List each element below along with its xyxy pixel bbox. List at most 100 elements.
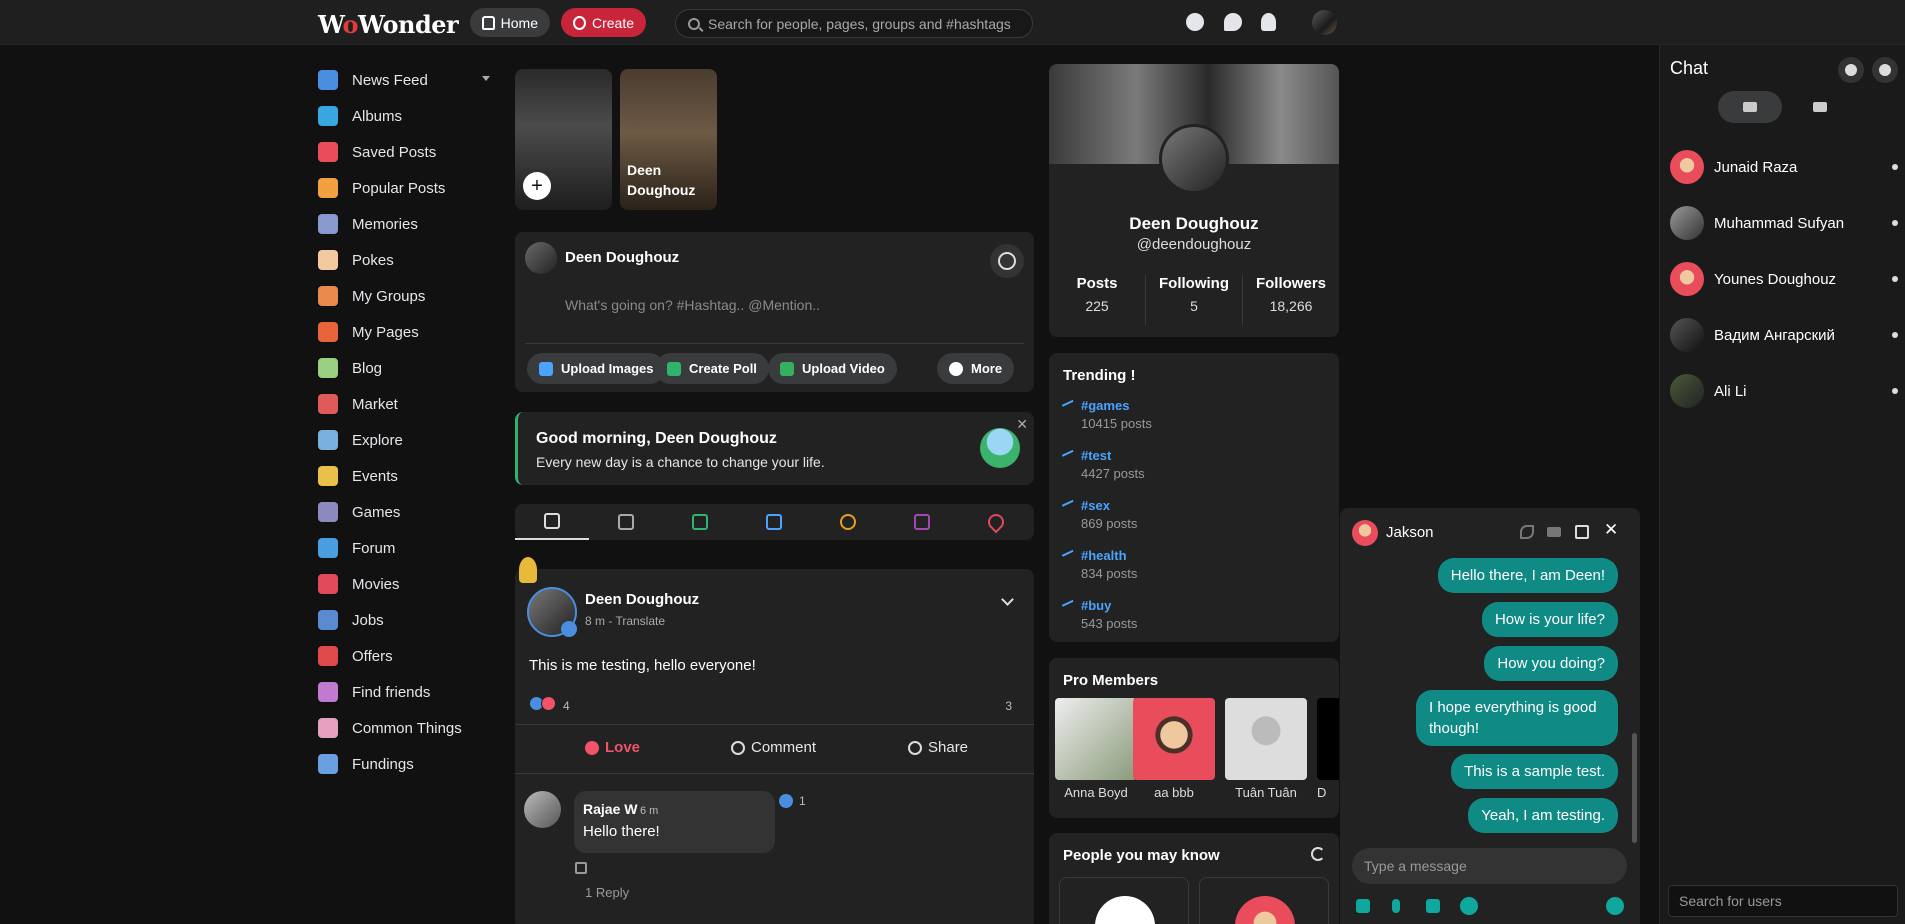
messages-icon[interactable] xyxy=(1224,13,1242,31)
trending-item[interactable]: #health 834 posts xyxy=(1061,548,1137,581)
reaction-count[interactable]: 4 xyxy=(563,699,570,713)
explore-globe-icon[interactable] xyxy=(1186,13,1204,31)
tab-chat-groups[interactable] xyxy=(1788,91,1852,123)
chat-user-item[interactable]: Вадим Ангарский xyxy=(1670,315,1900,355)
tab-photos[interactable] xyxy=(663,504,737,540)
sidebar-item-games[interactable]: Games xyxy=(318,494,498,530)
tab-music[interactable] xyxy=(811,504,885,540)
create-button[interactable]: Create xyxy=(561,8,646,37)
reaction-icons[interactable] xyxy=(529,696,556,711)
sidebar-item-jobs[interactable]: Jobs xyxy=(318,602,498,638)
trending-item[interactable]: #games 10415 posts xyxy=(1061,398,1152,431)
chat-scrollbar[interactable] xyxy=(1632,733,1637,843)
pro-member-avatar[interactable] xyxy=(1317,698,1339,780)
emoji-icon[interactable] xyxy=(1606,897,1624,915)
tab-places[interactable] xyxy=(959,504,1033,540)
create-poll-button[interactable]: Create Poll xyxy=(655,353,769,384)
chevron-down-icon[interactable] xyxy=(482,76,490,81)
post-meta[interactable]: 8 m - Translate xyxy=(585,614,665,628)
video-call-icon[interactable] xyxy=(1547,527,1561,537)
pro-member-name[interactable]: aa bbb xyxy=(1133,785,1215,800)
reply-link[interactable]: 1 Reply xyxy=(585,885,629,900)
share-button[interactable]: Share xyxy=(908,739,968,756)
tab-all-posts[interactable] xyxy=(515,504,589,540)
tab-files[interactable] xyxy=(885,504,959,540)
chat-user-item[interactable]: Younes Doughouz xyxy=(1670,259,1900,299)
pro-member-avatar[interactable] xyxy=(1225,698,1307,780)
sidebar-item-events[interactable]: Events xyxy=(318,458,498,494)
chat-user-item[interactable]: Muhammad Sufyan xyxy=(1670,203,1900,243)
suggested-user-card[interactable] xyxy=(1199,877,1329,924)
pro-member-name[interactable]: D xyxy=(1317,785,1339,800)
stat-posts[interactable]: Posts 225 xyxy=(1049,275,1146,325)
tab-videos[interactable] xyxy=(737,504,811,540)
home-button[interactable]: Home xyxy=(470,8,550,37)
close-icon[interactable]: ✕ xyxy=(1016,416,1028,433)
sidebar-item-popular-posts[interactable]: Popular Posts xyxy=(318,170,498,206)
sidebar-item-news-feed[interactable]: News Feed xyxy=(318,62,498,98)
comment-like-count[interactable]: 1 xyxy=(779,794,806,808)
sidebar-item-memories[interactable]: Memories xyxy=(318,206,498,242)
thumbs-up-icon[interactable] xyxy=(575,862,587,874)
emoji-button[interactable] xyxy=(990,244,1024,278)
sidebar-item-movies[interactable]: Movies xyxy=(318,566,498,602)
avatar[interactable] xyxy=(1159,124,1229,194)
user-avatar-menu[interactable] xyxy=(1312,10,1337,35)
comment-author[interactable]: Rajae W xyxy=(583,801,637,817)
sidebar-item-my-pages[interactable]: My Pages xyxy=(318,314,498,350)
sidebar-item-fundings[interactable]: Fundings xyxy=(318,746,498,782)
gif-icon[interactable] xyxy=(1426,899,1440,913)
pro-member-avatar[interactable] xyxy=(1055,698,1137,780)
pro-member-name[interactable]: Tuân Tuân xyxy=(1225,785,1307,800)
chat-window-name[interactable]: Jakson xyxy=(1386,524,1434,541)
chat-settings-gear-icon[interactable] xyxy=(1872,57,1898,83)
story-card[interactable]: Deen Doughouz xyxy=(620,69,717,210)
sidebar-item-find-friends[interactable]: Find friends xyxy=(318,674,498,710)
sidebar-item-offers[interactable]: Offers xyxy=(318,638,498,674)
pro-member-avatar[interactable] xyxy=(1133,698,1215,780)
microphone-icon[interactable] xyxy=(1392,899,1400,913)
upload-images-button[interactable]: Upload Images xyxy=(527,353,666,384)
post-author[interactable]: Deen Doughouz xyxy=(585,591,699,608)
sticker-icon[interactable] xyxy=(1460,897,1478,915)
love-button[interactable]: Love xyxy=(585,739,640,756)
create-story-card[interactable]: + xyxy=(515,69,612,210)
trending-item[interactable]: #sex 869 posts xyxy=(1061,498,1137,531)
trending-item[interactable]: #test 4427 posts xyxy=(1061,448,1145,481)
avatar[interactable] xyxy=(1352,520,1378,546)
stat-followers[interactable]: Followers 18,266 xyxy=(1243,275,1339,325)
chat-user-item[interactable]: Ali Li xyxy=(1670,371,1900,411)
comment-count[interactable]: 3 xyxy=(1005,699,1012,713)
sidebar-item-forum[interactable]: Forum xyxy=(318,530,498,566)
search-input[interactable]: Search for people, pages, groups and #ha… xyxy=(675,9,1033,38)
add-story-icon[interactable]: + xyxy=(523,172,551,200)
notifications-bell-icon[interactable] xyxy=(1261,13,1276,31)
avatar[interactable] xyxy=(524,791,561,828)
tab-text[interactable] xyxy=(589,504,663,540)
post-options-chevron-icon[interactable] xyxy=(1001,593,1014,606)
phone-icon[interactable] xyxy=(1520,525,1534,539)
sidebar-item-market[interactable]: Market xyxy=(318,386,498,422)
sidebar-item-pokes[interactable]: Pokes xyxy=(318,242,498,278)
create-group-icon[interactable] xyxy=(1838,57,1864,83)
tab-chat-users[interactable] xyxy=(1718,91,1782,123)
sidebar-item-explore[interactable]: Explore xyxy=(318,422,498,458)
message-input[interactable]: Type a message xyxy=(1352,848,1627,884)
suggested-user-card[interactable] xyxy=(1059,877,1189,924)
chat-search-input[interactable]: Search for users xyxy=(1668,885,1898,917)
avatar[interactable] xyxy=(1095,896,1155,924)
sidebar-item-blog[interactable]: Blog xyxy=(318,350,498,386)
close-icon[interactable]: ✕ xyxy=(1604,520,1618,540)
sidebar-item-albums[interactable]: Albums xyxy=(318,98,498,134)
avatar[interactable] xyxy=(1235,896,1295,924)
profile-name[interactable]: Deen Doughouz xyxy=(1049,214,1339,234)
logo[interactable]: WoWonder xyxy=(318,10,459,39)
comment-button[interactable]: Comment xyxy=(731,739,816,756)
trending-item[interactable]: #buy 543 posts xyxy=(1061,598,1137,631)
popout-icon[interactable] xyxy=(1575,525,1589,539)
sidebar-item-saved-posts[interactable]: Saved Posts xyxy=(318,134,498,170)
attach-file-icon[interactable] xyxy=(1356,899,1370,913)
upload-video-button[interactable]: Upload Video xyxy=(768,353,897,384)
post-text-input[interactable]: What's going on? #Hashtag.. @Mention.. xyxy=(565,297,820,313)
refresh-icon[interactable] xyxy=(1311,847,1325,861)
